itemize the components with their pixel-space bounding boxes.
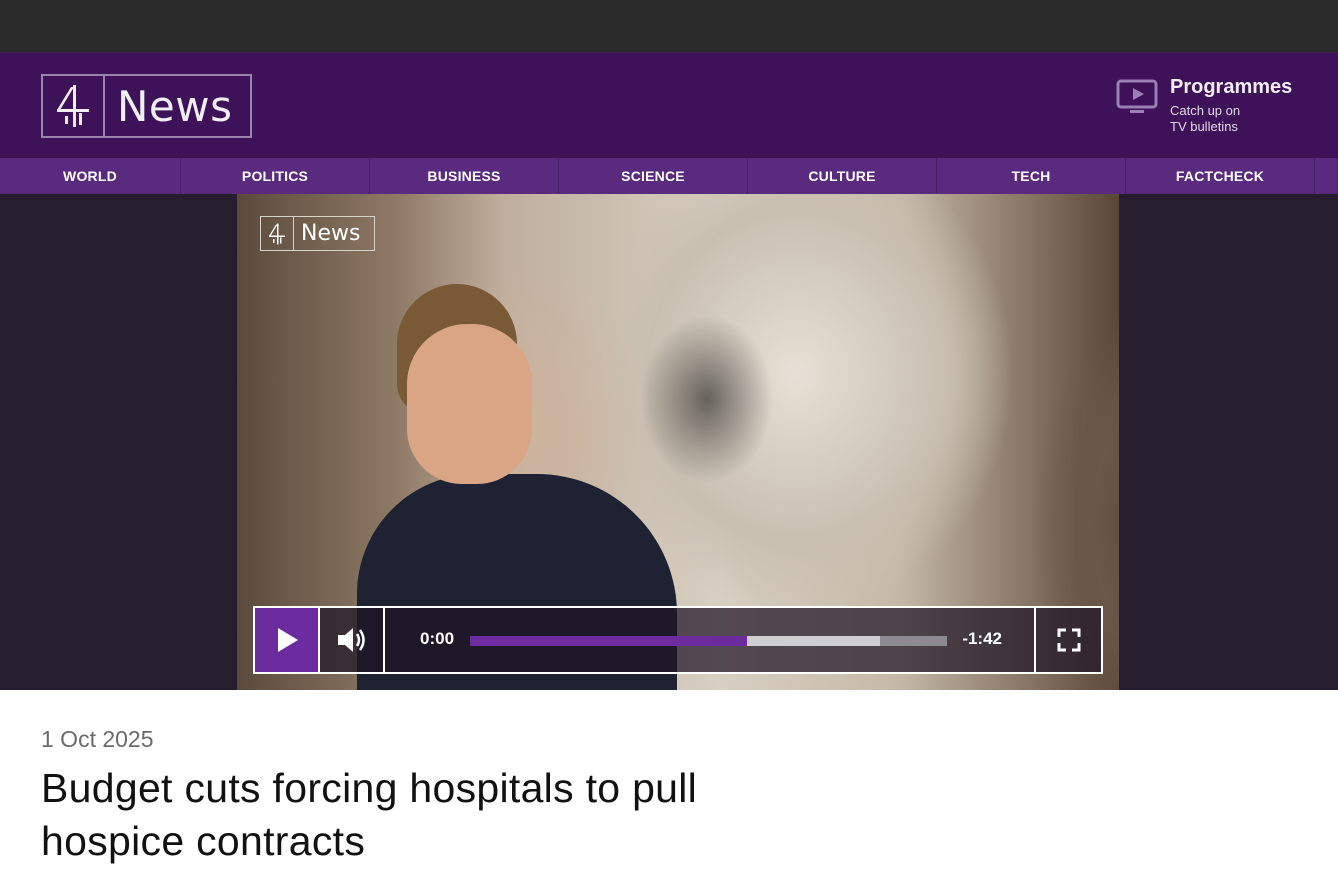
watermark-wordmark: News [301, 221, 361, 246]
fullscreen-icon [1057, 628, 1080, 652]
play-button[interactable] [255, 608, 320, 672]
volume-button[interactable] [320, 608, 385, 672]
tv-play-icon [1116, 79, 1158, 113]
programmes-subtitle-line2: TV bulletins [1170, 119, 1238, 134]
article-headline: Budget cuts forcing hospitals to pull ho… [41, 765, 698, 864]
volume-icon [337, 628, 365, 652]
channel4-logo-icon [43, 76, 105, 136]
nav-item-culture[interactable]: CULTURE [748, 158, 937, 194]
nav-item-factcheck[interactable]: FACTCHECK [1126, 158, 1315, 194]
nav-overflow [1315, 158, 1338, 194]
masthead: News Programmes Catch up on TV bulletins [0, 53, 1338, 158]
channel4-news-logo[interactable]: News [41, 74, 252, 138]
current-time: 0:00 [420, 629, 455, 648]
nav-item-world[interactable]: WORLD [0, 158, 181, 194]
article-date: 1 Oct 2025 [41, 726, 154, 752]
seek-bar[interactable] [470, 636, 947, 646]
browser-top-bar [0, 0, 1338, 53]
fullscreen-button[interactable] [1036, 608, 1101, 672]
programmes-link[interactable]: Programmes Catch up on TV bulletins [1116, 76, 1316, 136]
nav-item-tech[interactable]: TECH [937, 158, 1126, 194]
video-figure-face [407, 324, 532, 484]
play-icon [277, 628, 298, 652]
programmes-subtitle-line1: Catch up on [1170, 103, 1241, 118]
nav-item-science[interactable]: SCIENCE [559, 158, 748, 194]
channel4-watermark-icon [261, 217, 294, 250]
section-nav: WORLD POLITICS BUSINESS SCIENCE CULTURE … [0, 158, 1338, 194]
logo-wordmark: News [117, 81, 233, 131]
progress-bar [470, 636, 747, 646]
programmes-title: Programmes [1170, 76, 1293, 98]
timeline: 0:00 -1:42 [385, 608, 1036, 672]
programmes-subtitle: Catch up on TV bulletins [1170, 103, 1310, 135]
remaining-time: -1:42 [962, 629, 1002, 648]
video-controls: 0:00 -1:42 [253, 606, 1103, 674]
nav-item-business[interactable]: BUSINESS [370, 158, 559, 194]
video-watermark-logo: News [260, 216, 375, 251]
nav-item-politics[interactable]: POLITICS [181, 158, 370, 194]
